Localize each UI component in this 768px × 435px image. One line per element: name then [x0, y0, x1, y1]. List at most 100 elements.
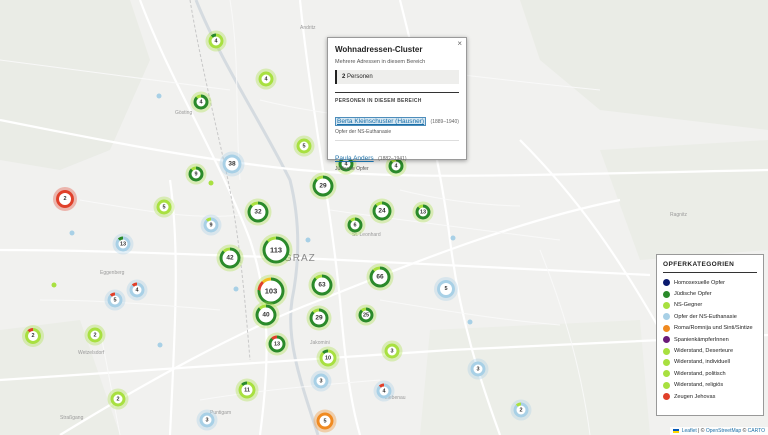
cluster-count: 25 [361, 310, 371, 320]
cluster-marker[interactable]: 2 [110, 391, 126, 407]
cluster-marker[interactable]: 38 [222, 154, 242, 174]
single-marker[interactable] [467, 319, 473, 325]
person-link[interactable]: Paula Anders [335, 155, 374, 162]
place-label: Straßgang [60, 415, 84, 421]
single-marker[interactable] [157, 342, 163, 348]
cluster-marker[interactable]: 3 [313, 373, 329, 389]
cluster-marker[interactable]: 10 [319, 349, 337, 367]
legend-label: SpanienkämpferInnen [674, 336, 729, 343]
cluster-marker[interactable]: 2 [87, 327, 103, 343]
cluster-marker[interactable]: 29 [309, 308, 329, 328]
cluster-marker[interactable]: 29 [312, 175, 334, 197]
cluster-marker[interactable]: 66 [369, 266, 391, 288]
legend-label: Widerstand, individuell [674, 359, 730, 366]
legend-item: NS-Gegner [663, 300, 757, 311]
cluster-marker[interactable]: 6 [347, 217, 363, 233]
cluster-marker[interactable]: 42 [219, 247, 241, 269]
cluster-marker[interactable]: 24 [372, 201, 392, 221]
cluster-marker[interactable]: 3 [384, 343, 400, 359]
single-marker[interactable] [69, 230, 75, 236]
cluster-marker[interactable]: 4 [193, 94, 209, 110]
single-marker[interactable] [450, 235, 456, 241]
cluster-count: 13 [118, 239, 128, 249]
cluster-marker[interactable]: 13 [415, 204, 431, 220]
cluster-marker[interactable]: 4 [129, 282, 145, 298]
leaflet-link[interactable]: Leaflet [682, 428, 697, 434]
cluster-count: 32 [250, 204, 266, 220]
cluster-popup: × Wohnadressen-Cluster Mehrere Adressen … [327, 37, 467, 172]
cluster-count: 29 [312, 311, 326, 325]
cluster-marker[interactable]: 5 [296, 138, 312, 154]
cluster-marker[interactable]: 2 [25, 328, 41, 344]
single-marker[interactable] [51, 282, 57, 288]
cluster-count: 5 [299, 141, 309, 151]
legend-swatch-icon [663, 370, 670, 378]
osm-link[interactable]: OpenStreetMap [706, 428, 741, 434]
popup-title: Wohnadressen-Cluster [335, 45, 423, 54]
cluster-marker[interactable]: 4 [208, 33, 224, 49]
cluster-count: 2 [90, 330, 100, 340]
person-count: 2 Personen [335, 70, 459, 84]
cluster-marker[interactable]: 11 [238, 381, 256, 399]
cluster-marker[interactable]: 3 [470, 361, 486, 377]
cluster-marker[interactable]: 25 [358, 307, 374, 323]
legend-divider [663, 272, 757, 273]
legend-item: Widerstand, politisch [663, 368, 757, 379]
legend-label: NS-Gegner [674, 302, 703, 309]
single-marker[interactable] [156, 93, 162, 99]
cluster-marker[interactable]: 2 [513, 402, 529, 418]
cluster-marker[interactable]: 13 [268, 335, 286, 353]
person-separator [335, 140, 459, 141]
single-marker[interactable] [208, 180, 214, 186]
cluster-count: 63 [314, 277, 330, 293]
cluster-marker[interactable]: 32 [247, 201, 269, 223]
legend-items: Homosexuelle Opfer Jüdische Opfer NS-Gegne… [663, 277, 757, 402]
cluster-count: 9 [191, 169, 201, 179]
cluster-marker[interactable]: 2 [56, 190, 74, 208]
cluster-marker[interactable]: 4 [258, 71, 274, 87]
close-icon[interactable]: × [457, 39, 462, 48]
person-entry: Paula Anders (1882–1941) Jüdische Opfer [335, 147, 459, 172]
cluster-marker[interactable]: 5 [437, 280, 455, 298]
legend-title: OPFERKATEGORIEN [663, 261, 735, 268]
legend: OPFERKATEGORIEN Homosexuelle Opfer Jüdisc… [656, 254, 764, 416]
cluster-count: 13 [418, 207, 428, 217]
cluster-count: 5 [159, 202, 169, 212]
legend-swatch-icon [663, 324, 670, 332]
cluster-count: 11 [241, 384, 253, 396]
cluster-count: 24 [375, 204, 389, 218]
legend-label: Widerstand, politisch [674, 370, 726, 377]
legend-swatch-icon [663, 393, 670, 401]
place-label: Ragnitz [670, 212, 687, 218]
cluster-marker[interactable]: 5 [316, 412, 334, 430]
cluster-count: 29 [315, 178, 331, 194]
single-marker[interactable] [233, 286, 239, 292]
cluster-count: 66 [372, 269, 388, 285]
cluster-marker[interactable]: 40 [255, 304, 277, 326]
cluster-marker[interactable]: 5 [156, 199, 172, 215]
legend-label: Widerstand, Deserteure [674, 348, 734, 355]
person-category: Opfer der NS-Euthanasie [335, 129, 392, 135]
cluster-count: 9 [206, 220, 216, 230]
cluster-count: 4 [379, 386, 389, 396]
cluster-count: 2 [113, 394, 123, 404]
person-link[interactable]: Berta Kleinschuster (Hausner) [335, 117, 427, 126]
legend-item: Homosexuelle Opfer [663, 277, 757, 288]
carto-link[interactable]: CARTO [748, 428, 765, 434]
cluster-marker[interactable]: 3 [199, 412, 215, 428]
cluster-marker[interactable]: 113 [262, 236, 290, 264]
cluster-count: 3 [316, 376, 326, 386]
cluster-marker[interactable]: 13 [115, 236, 131, 252]
cluster-marker[interactable]: 9 [188, 166, 204, 182]
cluster-count: 13 [271, 338, 283, 350]
legend-swatch-icon [663, 313, 670, 321]
single-marker[interactable] [305, 237, 311, 243]
cluster-marker[interactable]: 63 [311, 274, 333, 296]
cluster-marker[interactable]: 5 [107, 292, 123, 308]
cluster-marker[interactable]: 4 [376, 383, 392, 399]
cluster-count: 4 [132, 285, 142, 295]
cluster-marker[interactable]: 103 [257, 277, 285, 305]
legend-swatch-icon [663, 279, 670, 287]
cluster-count: 4 [261, 74, 271, 84]
cluster-marker[interactable]: 9 [203, 217, 219, 233]
